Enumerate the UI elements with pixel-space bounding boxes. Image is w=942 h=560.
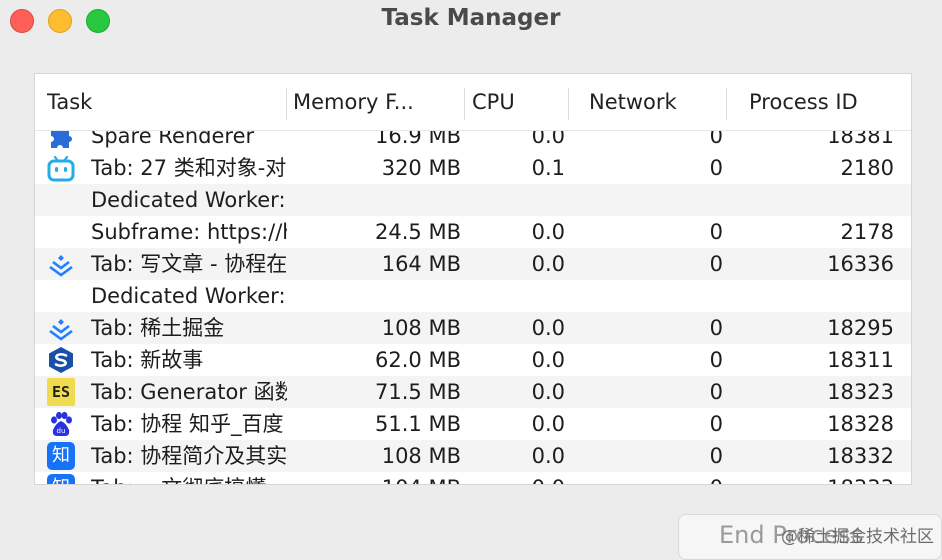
network-value [569,280,723,312]
network-value: 0 [709,252,723,276]
column-divider[interactable] [286,88,287,120]
column-header-network[interactable]: Network [589,74,723,130]
network-value: 0 [709,380,723,404]
task-name: Tab: 27 类和对象-对 [91,156,287,180]
table-row[interactable]: 知 Tab: 一文彻底搞懂 104 MB 0.0 0 18333 [35,472,911,484]
network-value: 0 [709,412,723,436]
svg-text:du: du [57,427,66,435]
column-header-pid[interactable]: Process ID [749,74,909,130]
table-row[interactable]: Dedicated Worker: [35,280,911,312]
cpu-value: 0.0 [531,348,565,372]
task-table: Task Memory F... CPU Network Process ID … [34,73,912,485]
table-row[interactable]: Dedicated Worker: [35,184,911,216]
table-row[interactable]: Tab: 新故事 62.0 MB 0.0 0 18311 [35,344,911,376]
table-row[interactable]: Tab: 写文章 - 协程在 164 MB 0.0 0 16336 [35,248,911,280]
memory-value: 24.5 MB [375,220,461,244]
network-value: 0 [709,220,723,244]
network-value: 0 [709,316,723,340]
process-id-value [727,280,894,312]
zhihu-icon: 知 [47,442,75,470]
watermark: @稀土掘金技术社区 [781,527,934,547]
task-name: Tab: 新故事 [91,348,204,372]
table-row[interactable]: Subframe: https://h 24.5 MB 0.0 0 2178 [35,216,911,248]
column-divider[interactable] [726,88,727,120]
task-name: Tab: 协程简介及其实 [91,444,287,468]
task-name: Tab: 写文章 - 协程在 [91,252,287,276]
cpu-value: 0.0 [465,472,565,484]
memory-value: 108 MB [381,316,461,340]
table-row[interactable]: Tab: 27 类和对象-对 320 MB 0.1 0 2180 [35,152,911,184]
cpu-value: 0.0 [531,316,565,340]
memory-value: 62.0 MB [375,348,461,372]
cpu-value [465,280,565,312]
table-row[interactable]: 知 Tab: 协程简介及其实 108 MB 0.0 0 18332 [35,440,911,472]
memory-value: 108 MB [381,444,461,468]
process-id-value: 16336 [827,252,894,276]
title-bar: Task Manager [0,0,942,44]
memory-value [289,184,461,216]
network-value: 0 [709,348,723,372]
process-id-value: 18323 [827,380,894,404]
task-name: Dedicated Worker: [91,188,286,212]
zhihu-icon: 知 [47,474,75,484]
network-value: 0 [709,444,723,468]
cpu-value: 0.0 [531,412,565,436]
task-name: Tab: 一文彻底搞懂 [91,472,287,484]
task-name: Subframe: https://h [91,220,287,244]
juejin-icon [49,319,73,341]
column-header-task[interactable]: Task [47,74,283,130]
network-value: 0 [569,472,723,484]
window-title: Task Manager [381,5,561,31]
process-id-value: 2180 [840,156,894,180]
task-rows: Spare Renderer 16.9 MB 0.0 0 18381 Tab: … [35,120,911,484]
s-logo-icon [49,347,73,373]
table-row[interactable]: du Tab: 协程 知乎_百度 51.1 MB 0.0 0 18328 [35,408,911,440]
task-name: Tab: 稀土掘金 [91,316,225,340]
cpu-value: 0.0 [531,220,565,244]
process-id-value: 18311 [827,348,894,372]
network-value [569,184,723,216]
memory-value: 104 MB [289,472,461,484]
task-name: Dedicated Worker: [91,284,286,308]
column-divider[interactable] [568,88,569,120]
network-value: 0 [709,156,723,180]
memory-value [289,280,461,312]
memory-value: 71.5 MB [375,380,461,404]
es-icon: ES [47,378,75,406]
process-id-value: 2178 [840,220,894,244]
cpu-value: 0.1 [531,156,565,180]
task-name: Tab: 协程 知乎_百度 [91,412,284,436]
process-id-value: 18295 [827,316,894,340]
cpu-value: 0.0 [531,380,565,404]
memory-value: 51.1 MB [375,412,461,436]
cpu-value [465,184,565,216]
column-header-memory[interactable]: Memory F... [293,74,459,130]
table-row[interactable]: ES Tab: Generator 函数 71.5 MB 0.0 0 18323 [35,376,911,408]
process-id-value: 18333 [727,472,894,484]
memory-value: 320 MB [381,156,461,180]
process-id-value [727,184,894,216]
juejin-icon [49,255,73,277]
process-id-value: 18328 [827,412,894,436]
column-header-cpu[interactable]: CPU [472,74,568,130]
bilibili-icon [47,155,75,182]
task-name: Tab: Generator 函数 [91,380,287,404]
process-id-value: 18332 [827,444,894,468]
column-divider[interactable] [464,88,465,120]
table-row[interactable]: Tab: 稀土掘金 108 MB 0.0 0 18295 [35,312,911,344]
cpu-value: 0.0 [531,252,565,276]
table-header: Task Memory F... CPU Network Process ID [35,74,911,131]
cpu-value: 0.0 [531,444,565,468]
memory-value: 164 MB [381,252,461,276]
baidu-icon: du [51,411,72,436]
